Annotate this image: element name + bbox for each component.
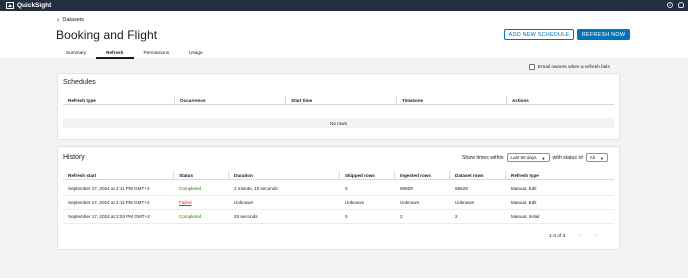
column-header-refresh-start[interactable]: Refresh start	[63, 171, 174, 179]
history-panel: History Show times within Last 90 days ▼…	[57, 146, 620, 250]
top-navigation-bar: QuickSight ?	[0, 0, 688, 11]
email-owners-checkbox[interactable]	[529, 64, 535, 70]
breadcrumb-datasets-link[interactable]: Datasets	[62, 17, 84, 23]
empty-state: No rows	[63, 118, 614, 128]
email-owners-label: Email owners when a refresh fails	[538, 64, 610, 70]
page-header: ‹ Datasets Booking and Flight ADD NEW SC…	[0, 11, 688, 59]
chevron-right-icon[interactable]: ›	[595, 233, 597, 239]
table-row: September 17, 2024 at 2:11 PM GMT+2 Fail…	[63, 196, 614, 210]
quicksight-logo-icon[interactable]	[6, 2, 14, 9]
user-icon[interactable]	[678, 2, 684, 8]
cell-duration: 1 minute, 10 seconds	[234, 186, 278, 191]
column-header-start-time[interactable]: Start time	[286, 96, 397, 104]
chevron-down-icon: ▼	[599, 156, 604, 161]
cell-refresh-type: Manual, Initial	[511, 214, 540, 219]
cell-status: Completed	[179, 214, 202, 219]
app-name[interactable]: QuickSight	[17, 2, 51, 9]
help-icon[interactable]: ?	[667, 2, 673, 8]
status-value: All	[589, 155, 595, 160]
column-header-timezone[interactable]: Timezone	[397, 96, 507, 104]
cell-refresh-type: Manual, Edit	[511, 186, 537, 191]
cell-refresh-start: September 17, 2024 at 2:11 PM GMT+2	[68, 200, 150, 205]
tab-permissions[interactable]: Permissions	[134, 48, 180, 58]
status-select[interactable]: All ▼	[585, 153, 608, 162]
schedules-table-header: Refresh type Occurrence Start time Timez…	[63, 95, 614, 105]
pagination-count: 1-3 of 3	[549, 233, 566, 239]
table-row: September 17, 2024 at 2:11 PM GMT+2 Comp…	[63, 182, 614, 196]
chevron-left-icon[interactable]: ‹	[579, 233, 581, 239]
cell-duration: Unknown	[234, 200, 254, 205]
status-filter-label: with status of	[552, 154, 583, 161]
cell-ingested-rows: 69628	[400, 186, 413, 191]
cell-duration: 33 seconds	[234, 214, 258, 219]
page-title: Booking and Flight	[56, 28, 158, 42]
table-row: September 17, 2024 at 2:04 PM GMT+2 Comp…	[63, 210, 614, 224]
history-table-header: Refresh start Status Duration Skipped ro…	[63, 170, 614, 180]
cell-dataset-rows: 69628	[455, 186, 468, 191]
schedules-panel: Schedules Refresh type Occurrence Start …	[57, 73, 620, 140]
cell-status-failed-link[interactable]: Failed	[174, 196, 192, 209]
chevron-down-icon: ▼	[541, 156, 546, 161]
column-header-refresh-type[interactable]: Refresh type	[506, 171, 616, 179]
tab-bar: Summary Refresh Permissions Usage	[56, 48, 213, 59]
column-header-status[interactable]: Status	[174, 171, 229, 179]
tab-refresh[interactable]: Refresh	[96, 48, 135, 59]
cell-skipped-rows: Unknown	[345, 200, 365, 205]
cell-ingested-rows: Unknown	[400, 200, 420, 205]
time-filter-label: Show times within	[462, 154, 504, 161]
tab-usage[interactable]: Usage	[179, 48, 213, 58]
tab-summary[interactable]: Summary	[56, 48, 96, 58]
time-range-value: Last 90 days	[510, 155, 537, 160]
column-header-ingested-rows[interactable]: Ingested rows	[395, 171, 450, 179]
column-header-duration[interactable]: Duration	[229, 171, 340, 179]
column-header-dataset-rows[interactable]: Dataset rows	[450, 171, 506, 179]
cell-status: Completed	[179, 186, 202, 191]
column-header-occurrence[interactable]: Occurrence	[175, 96, 286, 104]
cell-dataset-rows: 2	[455, 214, 458, 219]
breadcrumb-back[interactable]: ‹ Datasets	[57, 16, 84, 24]
email-owners-option[interactable]: Email owners when a refresh fails	[529, 64, 610, 70]
schedules-title: Schedules	[63, 79, 96, 86]
cell-ingested-rows: 2	[400, 214, 403, 219]
cell-refresh-start: September 17, 2024 at 2:11 PM GMT+2	[68, 186, 150, 191]
cell-refresh-start: September 17, 2024 at 2:04 PM GMT+2	[68, 214, 150, 219]
time-range-select[interactable]: Last 90 days ▼	[506, 153, 550, 162]
cell-skipped-rows: 0	[345, 186, 348, 191]
add-new-schedule-button[interactable]: ADD NEW SCHEDULE	[504, 29, 574, 40]
chevron-left-icon: ‹	[57, 16, 60, 24]
cell-skipped-rows: 0	[345, 214, 348, 219]
column-header-refresh-type[interactable]: Refresh type	[63, 96, 175, 104]
history-filters: Show times within Last 90 days ▼ with st…	[462, 153, 608, 162]
cell-dataset-rows: Unknown	[455, 200, 475, 205]
column-header-skipped-rows[interactable]: Skipped rows	[340, 171, 395, 179]
cell-refresh-type: Manual, Edit	[511, 200, 537, 205]
pagination: 1-3 of 3 ‹ ›	[549, 233, 597, 239]
column-header-actions[interactable]: Actions	[507, 96, 616, 104]
refresh-now-button[interactable]: REFRESH NOW	[577, 29, 630, 40]
history-title: History	[63, 154, 85, 161]
